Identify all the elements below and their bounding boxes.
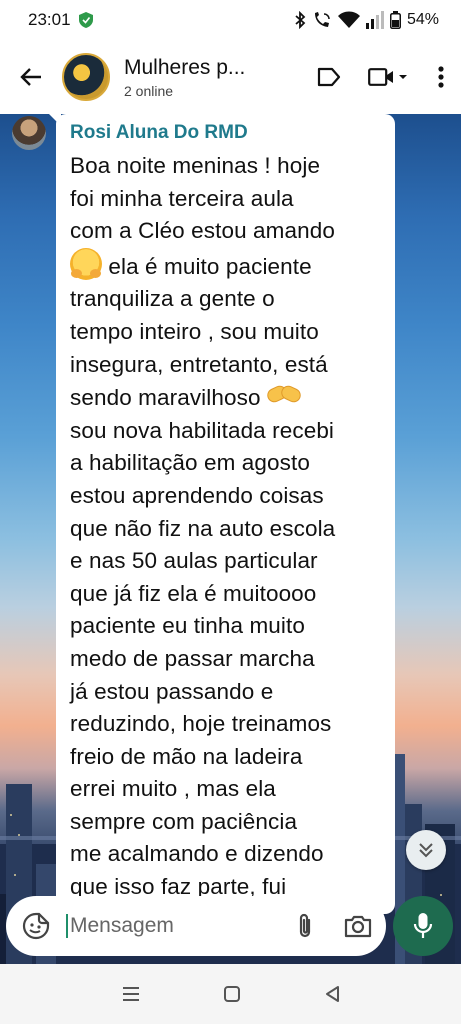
arrow-left-icon [20, 68, 41, 86]
handshake-emoji [264, 381, 303, 409]
video-call-button[interactable] [355, 40, 421, 114]
system-nav-bar [0, 964, 461, 1024]
more-options-button[interactable] [421, 40, 461, 114]
shield-icon [78, 12, 93, 28]
bluetooth-icon [295, 11, 306, 29]
video-call-icon [368, 68, 407, 86]
back-nav-icon[interactable] [324, 985, 340, 1003]
group-avatar[interactable] [62, 53, 110, 101]
battery-icon [389, 11, 401, 29]
status-time: 23:01 [28, 10, 71, 29]
message-composer [6, 896, 386, 956]
message-input[interactable] [66, 914, 266, 938]
home-icon[interactable] [223, 985, 241, 1003]
status-bar: 23:01 54% [0, 0, 461, 40]
back-button[interactable] [0, 40, 62, 114]
group-online-status: 2 online [124, 82, 174, 99]
scroll-to-bottom-button[interactable] [406, 830, 446, 870]
paperclip-icon[interactable] [296, 912, 314, 940]
call-wifi-icon [314, 12, 330, 27]
group-info[interactable]: Mulheres p... 2 online [124, 56, 245, 99]
voice-message-button[interactable] [393, 896, 453, 956]
wifi-icon [337, 11, 360, 28]
label-icon [317, 67, 341, 87]
label-button[interactable] [303, 40, 355, 114]
chat-header: Mulheres p... 2 online [0, 40, 461, 114]
hugging-face-emoji [70, 247, 102, 280]
microphone-icon [413, 913, 433, 938]
message-text-part-3: sou nova habilitada recebi a habilitação… [70, 417, 336, 914]
message-text-part-1: Boa noite meninas ! hoje foi minha terce… [70, 153, 335, 244]
double-chevron-down-icon [419, 843, 433, 858]
sender-avatar[interactable] [12, 116, 46, 150]
camera-icon[interactable] [344, 914, 372, 938]
sticker-icon[interactable] [22, 912, 50, 940]
signal-icon [365, 11, 384, 29]
group-name: Mulheres p... [124, 55, 246, 79]
more-vert-icon [438, 66, 444, 88]
recent-apps-icon[interactable] [122, 986, 140, 1002]
message-bubble[interactable]: Rosi Aluna Do RMD Boa noite meninas ! ho… [56, 114, 395, 914]
battery-percent: 54% [406, 11, 439, 28]
chat-area[interactable]: Rosi Aluna Do RMD Boa noite meninas ! ho… [0, 114, 461, 964]
sender-name[interactable]: Rosi Aluna Do RMD [70, 122, 381, 144]
message-text: Boa noite meninas ! hoje foi minha terce… [70, 150, 381, 914]
